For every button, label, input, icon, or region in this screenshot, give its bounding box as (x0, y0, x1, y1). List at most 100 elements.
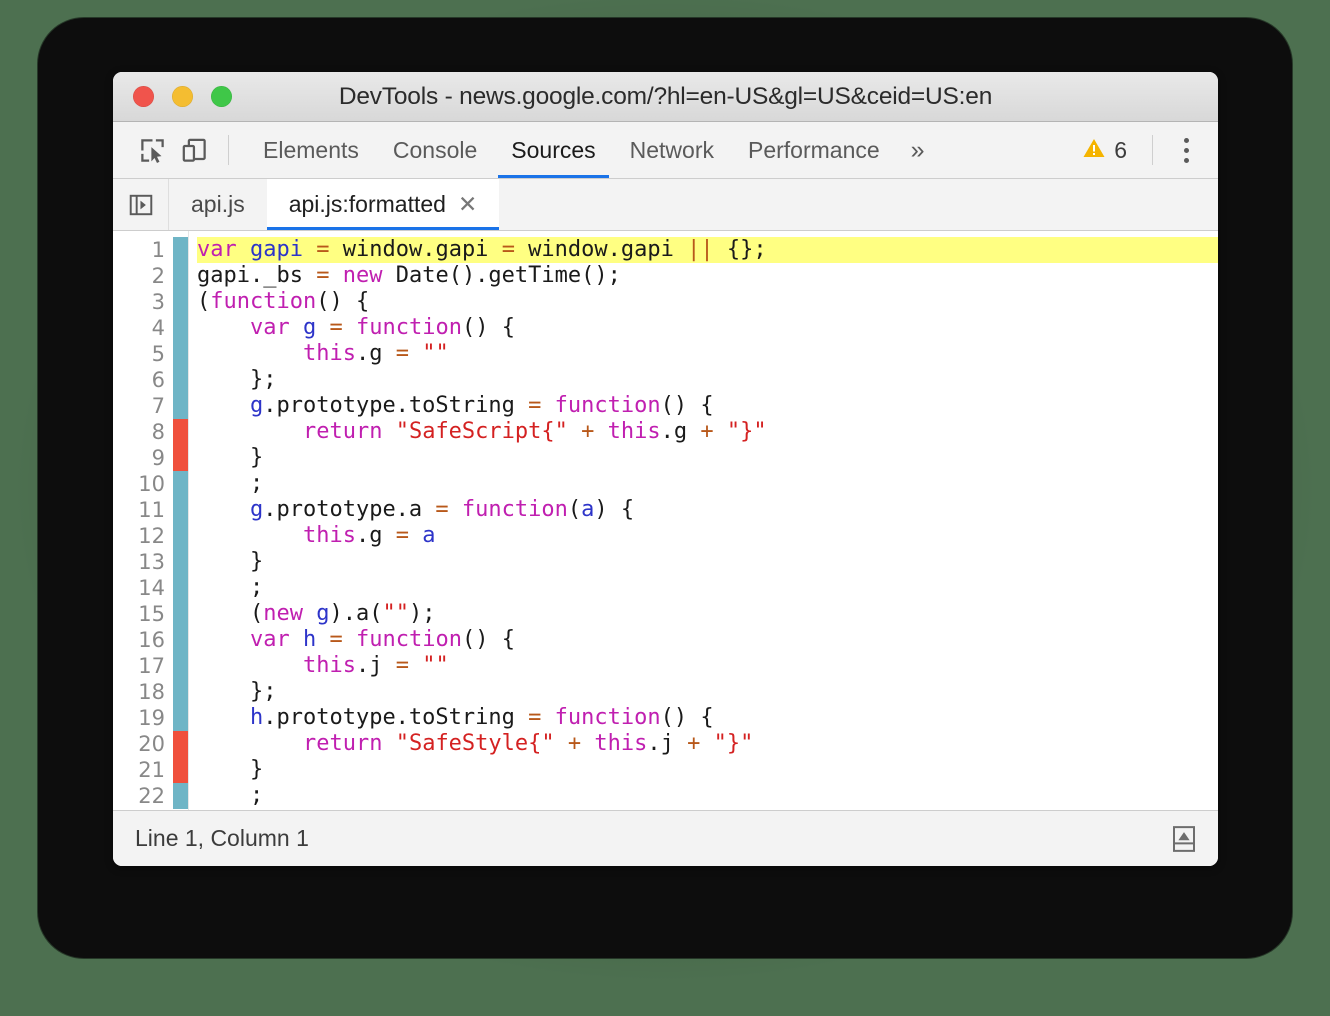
line-number[interactable]: 13 (113, 549, 173, 575)
code-token: .gapi (422, 237, 502, 262)
line-number[interactable]: 2 (113, 263, 173, 289)
code-line[interactable]: ; (197, 575, 1218, 601)
line-number[interactable]: 23 (113, 809, 173, 810)
file-tab-api-js-formatted[interactable]: api.js:formatted ✕ (266, 179, 500, 230)
code-line[interactable]: return "SafeScript{" + this.g + "}" (197, 419, 1218, 445)
line-number[interactable]: 8 (113, 419, 173, 445)
code-line[interactable]: ; (197, 783, 1218, 809)
code-line[interactable]: return "SafeStyle{" + this.j + "}" (197, 731, 1218, 757)
code-token: .j (647, 731, 688, 756)
tab-sources[interactable]: Sources (494, 122, 612, 178)
pretty-print-format-icon[interactable] (1164, 819, 1204, 859)
code-token: gapi (250, 237, 303, 262)
code-token: g (316, 601, 330, 626)
code-content-area[interactable]: var gapi = window.gapi = window.gapi || … (188, 231, 1218, 810)
line-number[interactable]: 7 (113, 393, 173, 419)
line-number[interactable]: 22 (113, 783, 173, 809)
line-number[interactable]: 21 (113, 757, 173, 783)
code-line[interactable]: } (197, 757, 1218, 783)
line-number[interactable]: 14 (113, 575, 173, 601)
tab-network[interactable]: Network (613, 122, 731, 178)
code-token: + (700, 419, 714, 444)
code-token: .g (355, 523, 396, 548)
kebab-menu-icon[interactable] (1166, 129, 1206, 171)
code-line[interactable]: var gapi = window.gapi = window.gapi || … (197, 237, 1218, 263)
code-line[interactable]: } (197, 445, 1218, 471)
line-number-gutter[interactable]: 1234567891011121314151617181920212223 (113, 231, 173, 810)
code-line[interactable]: g.prototype.a = function(a) { (197, 497, 1218, 523)
line-number[interactable]: 1 (113, 237, 173, 263)
line-number[interactable]: 4 (113, 315, 173, 341)
warning-count-badge[interactable]: 6 (1070, 136, 1139, 165)
code-token: || (687, 237, 714, 262)
code-line[interactable]: g.prototype.toString = function() { (197, 393, 1218, 419)
zoom-window-button[interactable] (211, 86, 232, 107)
code-line[interactable]: var g = function() { (197, 315, 1218, 341)
minimize-window-button[interactable] (172, 86, 193, 107)
device-toolbar-icon[interactable] (173, 129, 215, 171)
line-number[interactable]: 11 (113, 497, 173, 523)
code-line[interactable]: this.g = a (197, 523, 1218, 549)
line-number[interactable]: 19 (113, 705, 173, 731)
code-token: function (355, 315, 462, 340)
code-line[interactable]: h.prototype.a = function(a) { (197, 809, 1218, 810)
code-token: "" (422, 341, 449, 366)
line-number[interactable]: 3 (113, 289, 173, 315)
code-token: window (329, 237, 423, 262)
code-token: + (687, 731, 701, 756)
breakpoint-marker-strip[interactable] (173, 237, 188, 809)
line-number[interactable]: 20 (113, 731, 173, 757)
line-number[interactable]: 16 (113, 627, 173, 653)
code-token: + (567, 731, 582, 756)
tab-console[interactable]: Console (376, 122, 494, 178)
code-line[interactable]: var h = function() { (197, 627, 1218, 653)
more-panels-chevron-icon[interactable]: » (897, 122, 939, 178)
code-line[interactable]: } (197, 549, 1218, 575)
window-title: DevTools - news.google.com/?hl=en-US&gl=… (338, 82, 993, 110)
breakpoint-marker[interactable] (173, 419, 188, 471)
code-line[interactable]: }; (197, 679, 1218, 705)
line-number[interactable]: 12 (113, 523, 173, 549)
code-token: new (342, 263, 383, 288)
line-number[interactable]: 17 (113, 653, 173, 679)
code-line[interactable]: this.g = "" (197, 341, 1218, 367)
breakpoint-marker[interactable] (173, 731, 188, 783)
code-token: = (395, 523, 409, 548)
code-line[interactable]: }; (197, 367, 1218, 393)
close-icon[interactable]: ✕ (458, 193, 477, 216)
code-line[interactable]: h.prototype.toString = function() { (197, 705, 1218, 731)
code-token: } (197, 445, 264, 470)
code-line[interactable]: gapi._bs = new Date().getTime(); (197, 263, 1218, 289)
inspect-element-icon[interactable] (131, 129, 173, 171)
tab-elements[interactable]: Elements (246, 122, 376, 178)
code-line[interactable]: (new g).a(""); (197, 601, 1218, 627)
show-navigator-icon[interactable] (113, 179, 169, 230)
line-number[interactable]: 15 (113, 601, 173, 627)
code-token: Date().getTime(); (382, 263, 621, 288)
file-tab-api-js-formatted-label: api.js:formatted (288, 191, 446, 217)
code-token: = (316, 237, 330, 262)
line-number[interactable]: 5 (113, 341, 173, 367)
code-line[interactable]: this.j = "" (197, 653, 1218, 679)
line-number[interactable]: 10 (113, 471, 173, 497)
file-tab-api-js[interactable]: api.js (169, 179, 267, 230)
code-line[interactable]: ; (197, 471, 1218, 497)
tab-performance[interactable]: Performance (731, 122, 897, 178)
code-token: ); (408, 601, 436, 626)
line-number[interactable]: 9 (113, 445, 173, 471)
line-number[interactable]: 18 (113, 679, 173, 705)
close-window-button[interactable] (133, 86, 154, 107)
source-code-editor[interactable]: 1234567891011121314151617181920212223 va… (113, 231, 1218, 810)
code-token: .prototype.toString (263, 393, 529, 418)
code-line[interactable]: (function() { (197, 289, 1218, 315)
code-token: new (263, 601, 303, 626)
line-number[interactable]: 6 (113, 367, 173, 393)
warning-triangle-icon (1082, 136, 1106, 165)
